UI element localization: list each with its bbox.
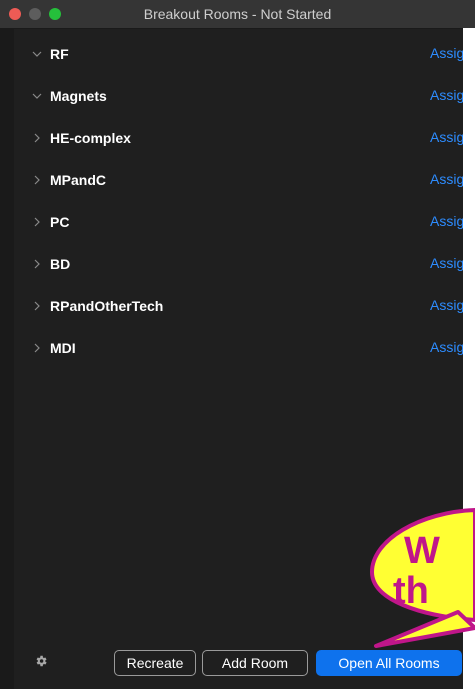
chevron-right-icon[interactable]: [14, 175, 54, 185]
room-name: MPandC: [50, 172, 106, 188]
gear-icon[interactable]: [34, 654, 48, 673]
chevron-right-icon[interactable]: [14, 301, 54, 311]
room-row[interactable]: MPandC Assign: [14, 159, 475, 201]
room-name: BD: [50, 256, 71, 272]
room-row[interactable]: MDI Assign: [14, 327, 475, 369]
chevron-right-icon[interactable]: [14, 217, 54, 227]
chevron-down-icon[interactable]: [14, 49, 54, 59]
open-all-rooms-button[interactable]: Open All Rooms: [316, 650, 462, 676]
room-name: RPandOtherTech: [50, 298, 164, 314]
room-row[interactable]: RPandOtherTech Assign: [14, 285, 475, 327]
chevron-right-icon[interactable]: [14, 259, 54, 269]
room-row[interactable]: Magnets Assign: [14, 75, 475, 117]
room-list: RF Assign Magnets Assign HE-complex Assi…: [14, 33, 475, 369]
callout-pointer: [374, 610, 475, 648]
window-title: Breakout Rooms - Not Started: [143, 6, 332, 22]
callout-text-line2: th: [393, 570, 429, 612]
room-name: RF: [50, 46, 69, 62]
add-room-button[interactable]: Add Room: [202, 650, 308, 676]
room-row[interactable]: PC Assign: [14, 201, 475, 243]
room-row[interactable]: BD Assign: [14, 243, 475, 285]
callout-text-line1: W: [404, 530, 440, 572]
left-border: [0, 28, 14, 689]
room-name: HE-complex: [50, 130, 131, 146]
room-name: MDI: [50, 340, 76, 356]
breakout-rooms-window: Breakout Rooms - Not Started RF Assign M…: [0, 0, 475, 689]
room-row[interactable]: RF Assign: [14, 33, 475, 75]
title-bar: Breakout Rooms - Not Started: [0, 0, 475, 29]
room-name: Magnets: [50, 88, 107, 104]
right-page-edge: [463, 28, 475, 689]
recreate-button[interactable]: Recreate: [114, 650, 196, 676]
chevron-down-icon[interactable]: [14, 91, 54, 101]
chevron-right-icon[interactable]: [14, 133, 54, 143]
room-row[interactable]: HE-complex Assign: [14, 117, 475, 159]
room-name: PC: [50, 214, 70, 230]
chevron-right-icon[interactable]: [14, 343, 54, 353]
